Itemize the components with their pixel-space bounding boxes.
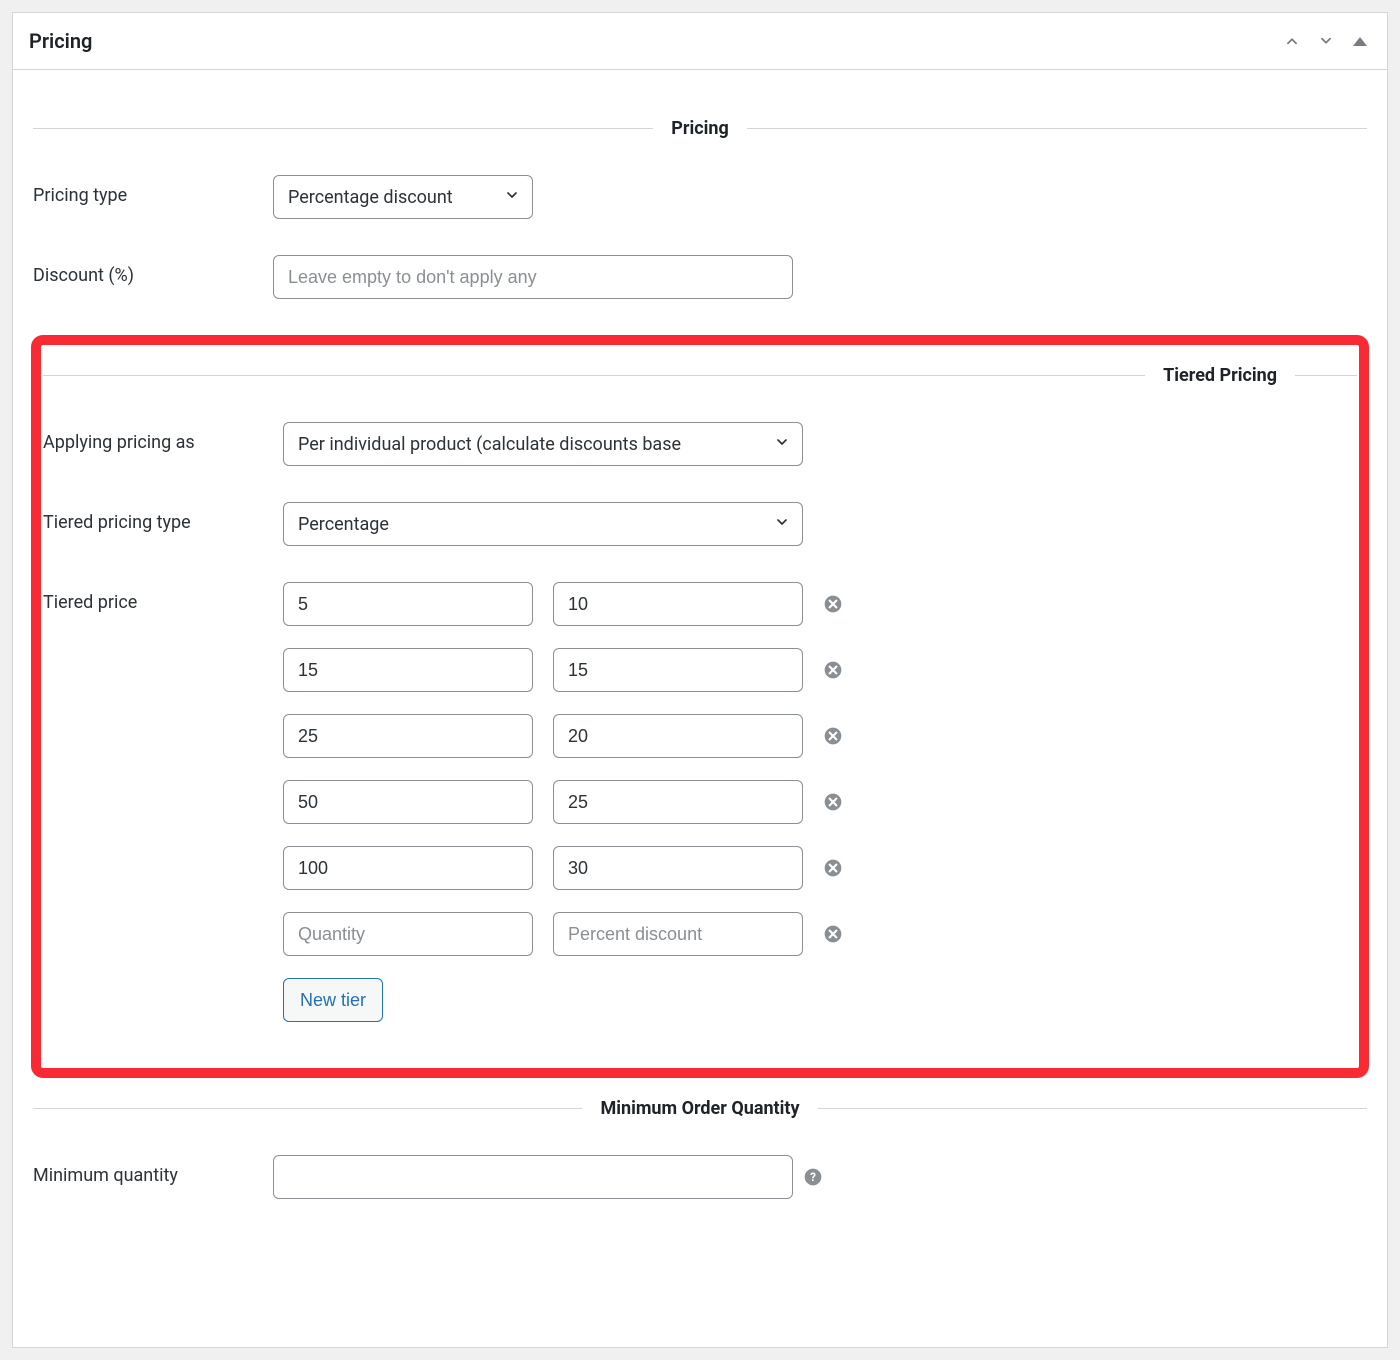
label-applying-as: Applying pricing as	[43, 422, 283, 453]
tier-qty-input[interactable]	[283, 648, 533, 692]
label-tiered-type: Tiered pricing type	[43, 502, 283, 533]
section-heading-min-qty: Minimum Order Quantity	[33, 1098, 1367, 1119]
row-tiered-type: Tiered pricing type Percentage	[43, 502, 1357, 546]
discount-pct-input[interactable]	[273, 255, 793, 299]
panel-body: Pricing Pricing type Percentage discount…	[13, 70, 1387, 1347]
tier-row	[283, 714, 1357, 758]
tier-qty-input[interactable]	[283, 780, 533, 824]
close-icon	[823, 858, 843, 878]
close-icon	[823, 924, 843, 944]
tier-qty-input[interactable]	[283, 582, 533, 626]
tier-value-input[interactable]	[553, 648, 803, 692]
row-pricing-type: Pricing type Percentage discount	[33, 175, 1367, 219]
panel-header: Pricing	[13, 13, 1387, 70]
tier-value-input[interactable]	[553, 582, 803, 626]
new-tier-button[interactable]: New tier	[283, 978, 383, 1022]
tier-delete-button[interactable]	[823, 726, 843, 746]
chevron-down-icon	[762, 434, 790, 455]
tiered-type-select[interactable]: Percentage	[283, 502, 803, 546]
section-heading-pricing: Pricing	[33, 118, 1367, 139]
section-heading-tiered: Tiered Pricing	[43, 365, 1357, 386]
tier-row	[283, 780, 1357, 824]
chevron-up-icon[interactable]	[1285, 34, 1299, 48]
tiers-list: New tier	[283, 582, 1357, 1022]
label-min-qty: Minimum quantity	[33, 1155, 273, 1186]
tier-delete-button[interactable]	[823, 792, 843, 812]
tier-row	[283, 582, 1357, 626]
tiered-pricing-highlight: Tiered Pricing Applying pricing as Per i…	[31, 335, 1369, 1078]
label-pricing-type: Pricing type	[33, 175, 273, 206]
help-icon[interactable]: ?	[803, 1167, 823, 1187]
tier-row	[283, 846, 1357, 890]
label-discount-pct: Discount (%)	[33, 255, 273, 286]
row-tiered-price: Tiered price New tier	[43, 582, 1357, 1022]
tier-delete-button[interactable]	[823, 660, 843, 680]
tier-qty-input[interactable]	[283, 714, 533, 758]
tier-value-input[interactable]	[553, 780, 803, 824]
panel-actions	[1285, 34, 1367, 48]
panel-title: Pricing	[29, 29, 92, 53]
tier-qty-input[interactable]	[283, 846, 533, 890]
collapse-toggle-icon[interactable]	[1353, 37, 1367, 46]
tier-row	[283, 912, 1357, 956]
close-icon	[823, 792, 843, 812]
pricing-type-select[interactable]: Percentage discount	[273, 175, 533, 219]
chevron-down-icon	[762, 514, 790, 535]
tier-value-input[interactable]	[553, 714, 803, 758]
chevron-down-icon	[492, 187, 520, 208]
svg-text:?: ?	[810, 1170, 816, 1184]
tier-delete-button[interactable]	[823, 594, 843, 614]
tier-qty-input[interactable]	[283, 912, 533, 956]
tier-row	[283, 648, 1357, 692]
close-icon	[823, 660, 843, 680]
pricing-panel: Pricing Pricing Pricing type	[12, 12, 1388, 1348]
row-min-qty: Minimum quantity ?	[33, 1155, 1367, 1199]
min-qty-input[interactable]	[273, 1155, 793, 1199]
tier-value-input[interactable]	[553, 912, 803, 956]
tier-delete-button[interactable]	[823, 924, 843, 944]
tier-delete-button[interactable]	[823, 858, 843, 878]
close-icon	[823, 594, 843, 614]
row-applying-as: Applying pricing as Per individual produ…	[43, 422, 1357, 466]
close-icon	[823, 726, 843, 746]
tier-value-input[interactable]	[553, 846, 803, 890]
applying-as-select[interactable]: Per individual product (calculate discou…	[283, 422, 803, 466]
label-tiered-price: Tiered price	[43, 582, 283, 613]
row-discount-pct: Discount (%)	[33, 255, 1367, 299]
chevron-down-icon[interactable]	[1319, 34, 1333, 48]
